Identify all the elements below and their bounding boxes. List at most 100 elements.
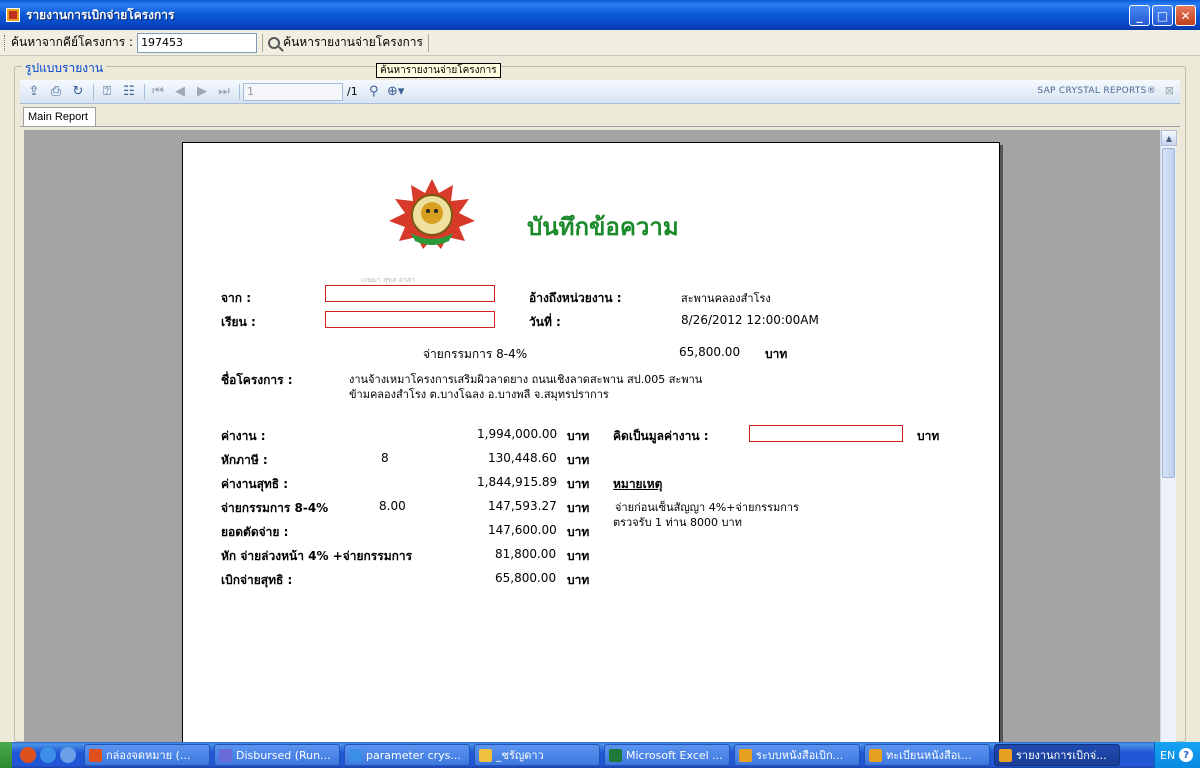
toolbar-separator	[427, 33, 429, 52]
start-button[interactable]	[0, 742, 12, 768]
row-unit: บาท	[567, 477, 590, 491]
taskbar-item[interactable]: ระบบหนังสือเบิก...	[734, 744, 860, 766]
close-button[interactable]: ✕	[1175, 5, 1196, 26]
row-unit: บาท	[567, 525, 590, 539]
taskbar-item-label: รายงานการเบิกจ่...	[1016, 749, 1107, 762]
row-amount: 81,800.00	[495, 547, 557, 561]
tab-divider	[20, 126, 1180, 127]
previous-page-icon[interactable]: ◀	[170, 83, 190, 101]
row-unit: บาท	[567, 453, 590, 467]
window-title: รายงานการเบิกจ่ายโครงการ	[26, 7, 175, 22]
reference-label: อ้างถึงหน่วยงาน :	[529, 291, 622, 305]
system-tray: EN ?	[1154, 742, 1200, 768]
scroll-up-icon[interactable]: ▲	[1161, 130, 1177, 146]
search-toolbar: ค้นหาจากคีย์โครงการ : ค้นหารายงานจ่ายโคร…	[0, 30, 1200, 56]
row-label: จ่ายกรรมการ 8-4%	[221, 501, 329, 515]
tab-main-report[interactable]: Main Report	[23, 107, 96, 127]
fee-unit: บาท	[765, 347, 788, 361]
reference-value: สะพานคลองสำโรง	[681, 292, 771, 305]
taskbar-item-active[interactable]: รายงานการเบิกจ่...	[994, 744, 1120, 766]
search-report-button[interactable]: ค้นหารายงานจ่ายโครงการ	[268, 33, 423, 52]
row-amount: 147,593.27	[488, 499, 557, 513]
taskbar-item-label: _ชรัญดาว	[496, 749, 544, 762]
fee-label: จ่ายกรรมการ 8-4%	[423, 347, 528, 361]
toolbar-separator	[262, 33, 264, 52]
report-viewer[interactable]: บันทึกข้อความ เกษมา สุขส อาสา จาก : เรีย…	[24, 130, 1160, 742]
excel-icon	[609, 748, 622, 762]
taskbar-item[interactable]: ทะเบียนหนังสือเ...	[864, 744, 990, 766]
row-unit: บาท	[567, 501, 590, 515]
folder-icon	[479, 748, 492, 762]
chrome-icon[interactable]	[20, 747, 36, 763]
taskbar-item[interactable]: parameter crys...	[344, 744, 470, 766]
taskbar: กล่องจดหมาย (... Disbursed (Run... param…	[0, 742, 1200, 768]
project-label: ชื่อโครงการ :	[221, 373, 293, 387]
ie-icon[interactable]	[40, 747, 56, 763]
emblem-logo-icon	[389, 179, 475, 249]
search-tooltip: ค้นหารายงานจ่ายโครงการ	[376, 63, 501, 78]
row-unit: บาท	[567, 429, 590, 443]
report-heading: บันทึกข้อความ	[527, 212, 679, 241]
row-mid: 8.00	[379, 499, 406, 513]
taskbar-item[interactable]: _ชรัญดาว	[474, 744, 600, 766]
report-viewer-toolbar: ⇪ ⎙ ↻ ⍰ ☷ ⏮ ◀ ▶ ⏭ 1 /1 ⚲ ⊕▾ SAP CRYSTAL …	[20, 80, 1180, 104]
app-icon	[6, 8, 20, 22]
first-page-icon[interactable]: ⏮	[148, 83, 168, 101]
row-amount: 1,844,915.89	[477, 475, 558, 489]
refresh-icon[interactable]: ↻	[68, 83, 88, 101]
from-field	[325, 285, 495, 302]
work-value-field	[749, 425, 903, 442]
row-mid: 8	[381, 451, 389, 465]
project-line-2: ข้ามคลองสำโรง ต.บางโฉลง อ.บางพลี จ.สมุทร…	[349, 388, 609, 401]
scroll-thumb[interactable]	[1162, 148, 1175, 478]
row-label: ค่างาน :	[221, 429, 266, 443]
report-page: บันทึกข้อความ เกษมา สุขส อาสา จาก : เรีย…	[182, 142, 1000, 742]
remark-line-2: ตรวจรับ 1 ท่าน 8000 บาท	[613, 516, 742, 529]
crystal-reports-brand: SAP CRYSTAL REPORTS®	[1037, 86, 1156, 96]
toolbar-grip[interactable]	[4, 34, 7, 51]
date-value: 8/26/2012 12:00:00AM	[681, 313, 819, 327]
project-key-input[interactable]	[137, 32, 258, 53]
taskbar-item[interactable]: Disbursed (Run...	[214, 744, 340, 766]
next-page-icon[interactable]: ▶	[192, 83, 212, 101]
app-icon	[739, 748, 752, 762]
taskbar-item[interactable]: กล่องจดหมาย (...	[84, 744, 210, 766]
taskbar-item[interactable]: Microsoft Excel ...	[604, 744, 730, 766]
app-icon	[999, 748, 1012, 762]
page-number-input[interactable]: 1	[243, 82, 343, 101]
row-unit: บาท	[567, 549, 590, 563]
last-page-icon[interactable]: ⏭	[214, 83, 234, 101]
close-icon[interactable]: ⊠	[1165, 84, 1174, 97]
zoom-icon[interactable]: ⊕▾	[386, 83, 406, 101]
minimize-button[interactable]: _	[1129, 5, 1150, 26]
row-amount: 65,800.00	[495, 571, 557, 585]
ie-icon	[349, 748, 362, 762]
row-amount: 130,448.60	[488, 451, 557, 465]
help-icon[interactable]: ?	[1179, 748, 1194, 762]
quick-launch	[20, 747, 76, 763]
search-icon	[268, 36, 281, 49]
row-label: เบิกจ่ายสุทธิ :	[221, 573, 293, 587]
find-icon[interactable]: ⚲	[364, 83, 384, 101]
window-titlebar[interactable]: รายงานการเบิกจ่ายโครงการ _ □ ✕	[0, 0, 1200, 30]
maximize-button[interactable]: □	[1152, 5, 1173, 26]
taskbar-item-label: Disbursed (Run...	[236, 748, 331, 762]
search-report-label: ค้นหารายงานจ่ายโครงการ	[283, 35, 423, 49]
row-amount: 1,994,000.00	[477, 427, 558, 441]
help-icon[interactable]: ⍰	[97, 83, 117, 101]
chrome-icon	[89, 748, 102, 762]
groupbox-legend: รูปแบบรายงาน	[22, 59, 107, 78]
browser-icon[interactable]	[60, 747, 76, 763]
row-label: หัก จ่ายล่วงหน้า 4% +จ่ายกรรมการ	[221, 549, 413, 563]
taskbar-item-label: กล่องจดหมาย (...	[106, 749, 191, 762]
work-value-label: คิดเป็นมูลค่างาน :	[613, 429, 709, 443]
toolbar-separator	[144, 83, 145, 100]
vertical-scrollbar[interactable]: ▲	[1160, 130, 1177, 742]
group-tree-icon[interactable]: ☷	[119, 83, 139, 101]
taskbar-item-label: parameter crys...	[366, 748, 461, 762]
export-icon[interactable]: ⇪	[24, 83, 44, 101]
print-icon[interactable]: ⎙	[46, 83, 66, 101]
language-indicator[interactable]: EN	[1160, 749, 1175, 762]
fee-amount: 65,800.00	[679, 345, 741, 359]
row-label: ค่างานสุทธิ :	[221, 477, 289, 491]
